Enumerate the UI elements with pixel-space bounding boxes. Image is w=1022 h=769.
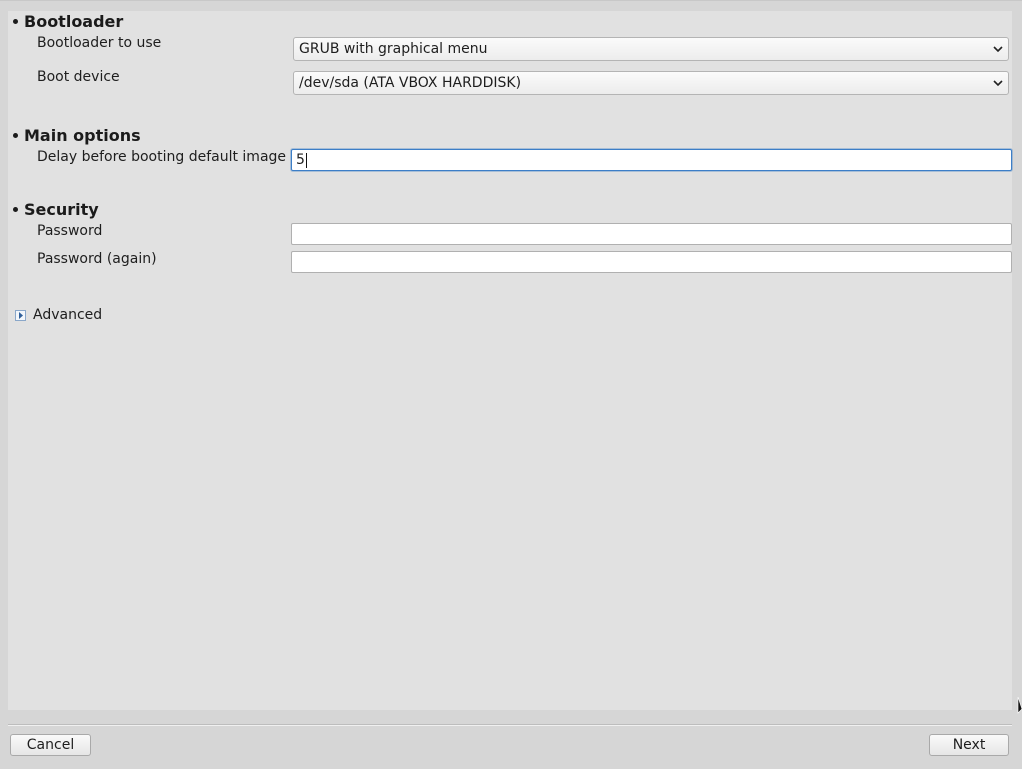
- top-border: [0, 0, 1022, 1]
- bootloader-select-value: GRUB with graphical menu: [299, 41, 488, 57]
- boot-device-label: Boot device: [37, 69, 120, 85]
- section-security-heading: Security: [8, 199, 99, 219]
- password-again-label: Password (again): [37, 251, 157, 267]
- bootloader-to-use-label: Bootloader to use: [37, 35, 162, 51]
- next-button[interactable]: Next: [929, 734, 1009, 756]
- section-title: Main options: [24, 125, 141, 145]
- password-again-field[interactable]: [291, 251, 1012, 273]
- delay-input-value: 5: [296, 152, 305, 168]
- settings-panel: Bootloader Bootloader to use GRUB with g…: [8, 11, 1012, 710]
- password-field[interactable]: [291, 223, 1012, 245]
- advanced-label: Advanced: [33, 307, 103, 323]
- button-separator: [8, 724, 1012, 726]
- boot-device-select-value: /dev/sda (ATA VBOX HARDDISK): [299, 75, 522, 91]
- chevron-down-icon: [988, 79, 1008, 87]
- delay-input[interactable]: 5: [291, 149, 1012, 171]
- section-bootloader-heading: Bootloader: [8, 11, 123, 31]
- bullet-icon: [13, 18, 18, 24]
- bootloader-select[interactable]: GRUB with graphical menu: [293, 37, 1009, 61]
- bullet-icon: [13, 132, 18, 138]
- chevron-down-icon: [988, 45, 1008, 53]
- password-label: Password: [37, 223, 103, 239]
- section-main-options-heading: Main options: [8, 125, 141, 145]
- section-title: Security: [24, 199, 99, 219]
- bullet-icon: [13, 206, 18, 212]
- mouse-pointer-icon: [1017, 697, 1022, 714]
- advanced-expander[interactable]: Advanced: [15, 307, 102, 323]
- delay-label: Delay before booting default image: [37, 149, 287, 165]
- cancel-button[interactable]: Cancel: [10, 734, 91, 756]
- section-title: Bootloader: [24, 11, 124, 31]
- boot-device-select[interactable]: /dev/sda (ATA VBOX HARDDISK): [293, 71, 1009, 95]
- expander-arrow-icon: [15, 309, 26, 321]
- text-caret: [305, 152, 307, 168]
